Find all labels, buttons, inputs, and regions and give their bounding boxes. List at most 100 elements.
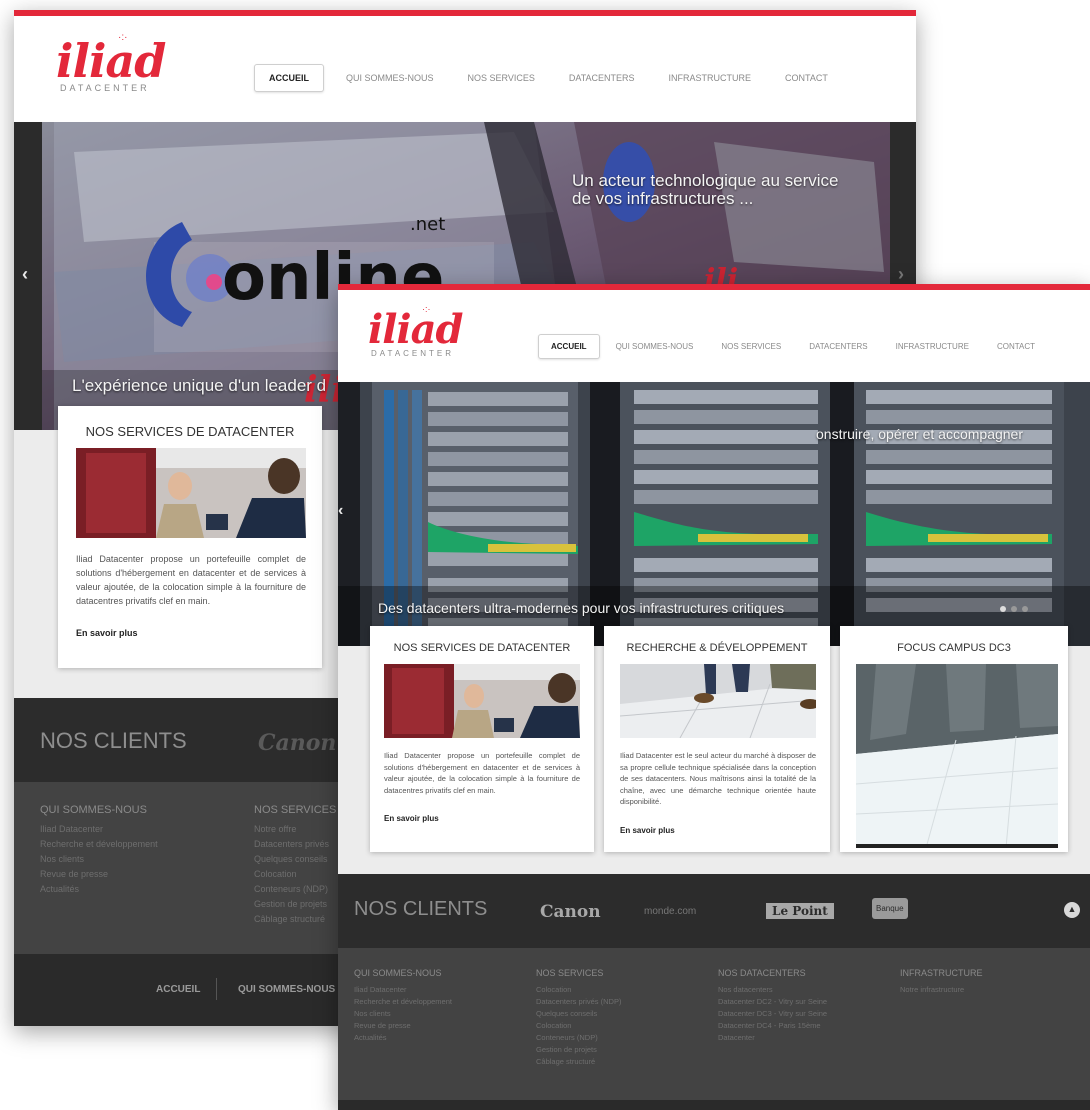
- footer-link[interactable]: Notre offre: [254, 822, 336, 837]
- card-image: [76, 448, 306, 538]
- chevron-left-icon[interactable]: ‹: [338, 502, 343, 520]
- footer-link[interactable]: Datacenter DC2 - Vitry sur Seine: [718, 996, 827, 1008]
- bottom-nav-divider: [216, 978, 217, 1000]
- clients-band: NOS CLIENTS Canon monde.com Le Point Ban…: [338, 874, 1090, 948]
- read-more-link[interactable]: En savoir plus: [620, 826, 675, 835]
- read-more-link[interactable]: En savoir plus: [76, 628, 138, 638]
- hero-slider: ‹ onstruire, opérer et accompagner Des d…: [338, 382, 1090, 646]
- slide-caption-right: onstruire, opérer et accompagner: [816, 426, 1023, 442]
- chevron-left-icon[interactable]: ‹: [22, 264, 28, 285]
- card-title: NOS SERVICES DE DATACENTER: [85, 424, 295, 439]
- footer-col-services: NOS SERVICES Notre offre Datacenters pri…: [254, 804, 336, 927]
- footer-link[interactable]: Revue de presse: [40, 867, 158, 882]
- slide-pager: [1000, 606, 1028, 612]
- read-more-link[interactable]: En savoir plus: [384, 814, 439, 823]
- footer-link[interactable]: Conteneurs (NDP): [254, 882, 336, 897]
- nav-nos-services[interactable]: NOS SERVICES: [468, 73, 535, 83]
- slide-caption-bottom: Des datacenters ultra-modernes pour vos …: [378, 600, 785, 616]
- service-card: NOS SERVICES DE DATACENTER Iliad Datacen…: [370, 626, 594, 852]
- footer-link[interactable]: Actualités: [354, 1032, 452, 1044]
- footer-link[interactable]: Conteneurs (NDP): [536, 1032, 621, 1044]
- nav-nos-services[interactable]: NOS SERVICES: [721, 342, 781, 351]
- pager-dot[interactable]: [1022, 606, 1028, 612]
- card-title: FOCUS CAMPUS DC3: [897, 642, 1011, 654]
- card-title: RECHERCHE & DÉVELOPPEMENT: [626, 642, 808, 654]
- card-title: NOS SERVICES DE DATACENTER: [393, 642, 571, 654]
- client-logo: Canon: [258, 730, 337, 756]
- footer-link[interactable]: Gestion de projets: [254, 897, 336, 912]
- main-nav: ACCUEIL QUI SOMMES-NOUS NOS SERVICES DAT…: [254, 64, 828, 92]
- nav-datacenters[interactable]: DATACENTERS: [569, 73, 635, 83]
- nav-infrastructure[interactable]: INFRASTRUCTURE: [669, 73, 752, 83]
- footer-col-infrastructure: INFRASTRUCTURE Notre infrastructure: [900, 968, 983, 996]
- footer-link[interactable]: Iliad Datacenter: [354, 984, 452, 996]
- footer-link[interactable]: Nos datacenters: [718, 984, 827, 996]
- nav-accueil[interactable]: ACCUEIL: [538, 334, 600, 359]
- footer-link[interactable]: Iliad Datacenter: [40, 822, 158, 837]
- footer-link[interactable]: Actualités: [40, 882, 158, 897]
- nav-contact[interactable]: CONTACT: [785, 73, 828, 83]
- footer-link[interactable]: Datacenter DC3 - Vitry sur Seine: [718, 1008, 827, 1020]
- footer-col-qui: QUI SOMMES-NOUS Iliad Datacenter Recherc…: [354, 968, 452, 1044]
- footer-link[interactable]: Nos clients: [40, 852, 158, 867]
- footer-link[interactable]: Nos clients: [354, 1008, 452, 1020]
- footer-link[interactable]: Colocation: [254, 867, 336, 882]
- site-logo[interactable]: iliad DATACENTER ·:·: [56, 32, 166, 93]
- card-text: Iliad Datacenter est le seul acteur du m…: [620, 751, 816, 806]
- footer-link[interactable]: Colocation: [536, 984, 621, 996]
- nav-qui-sommes-nous[interactable]: QUI SOMMES-NOUS: [616, 342, 694, 351]
- service-card: NOS SERVICES DE DATACENTER Iliad Datacen…: [58, 406, 322, 668]
- nav-qui-sommes-nous[interactable]: QUI SOMMES-NOUS: [346, 73, 434, 83]
- footer-link[interactable]: Quelques conseils: [254, 852, 336, 867]
- footer-link[interactable]: Recherche et développement: [354, 996, 452, 1008]
- focus-card: FOCUS CAMPUS DC3: [840, 626, 1068, 852]
- footer-link[interactable]: Gestion de projets: [536, 1044, 621, 1056]
- footer-link[interactable]: Quelques conseils: [536, 1008, 621, 1020]
- footer-link[interactable]: Câblage structuré: [536, 1056, 621, 1068]
- client-logo-canon: Canon: [540, 902, 601, 922]
- footer-link[interactable]: Datacenter DC4 - Paris 15ème: [718, 1020, 827, 1032]
- client-logo-lepoint: Le Point: [766, 903, 834, 919]
- client-logo-monde: monde.com: [644, 906, 697, 917]
- site-header: iliad DATACENTER ·:· ACCUEIL QUI SOMMES-…: [338, 290, 1090, 382]
- nav-accueil[interactable]: ACCUEIL: [254, 64, 324, 92]
- site-logo[interactable]: iliad DATACENTER ·:·: [368, 304, 463, 358]
- front-mockup: iliad DATACENTER ·:· ACCUEIL QUI SOMMES-…: [338, 284, 1090, 1110]
- clients-label: NOS CLIENTS: [354, 898, 488, 920]
- site-header: iliad DATACENTER ·:· ACCUEIL QUI SOMMES-…: [14, 16, 916, 122]
- footer-link[interactable]: Datacenter: [718, 1032, 827, 1044]
- slide-caption-bottom: L'expérience unique d'un leader d: [72, 376, 327, 395]
- nav-infrastructure[interactable]: INFRASTRUCTURE: [896, 342, 969, 351]
- main-nav: ACCUEIL QUI SOMMES-NOUS NOS SERVICES DAT…: [538, 334, 1035, 359]
- bottom-nav-qui[interactable]: QUI SOMMES-NOUS: [238, 984, 335, 995]
- card-image: [620, 664, 816, 738]
- rnd-card: RECHERCHE & DÉVELOPPEMENT Iliad Datacent…: [604, 626, 830, 852]
- bottom-nav-accueil[interactable]: ACCUEIL: [156, 984, 200, 995]
- footer-link[interactable]: Câblage structuré: [254, 912, 336, 927]
- card-text: Iliad Datacenter propose un portefeuille…: [76, 554, 306, 606]
- card-image: [856, 664, 1058, 848]
- footer-col-qui: QUI SOMMES-NOUS Iliad Datacenter Recherc…: [40, 804, 158, 897]
- card-text: Iliad Datacenter propose un portefeuille…: [384, 751, 580, 795]
- chevron-right-icon[interactable]: ›: [898, 264, 904, 285]
- pager-dot[interactable]: [1000, 606, 1006, 612]
- slide-caption-right: Un acteur technologique au service de vo…: [572, 171, 839, 208]
- client-logo-banque: Banque: [872, 898, 908, 919]
- bottom-nav-bar: [338, 1100, 1090, 1110]
- arrow-up-circle-icon[interactable]: ▲: [1064, 902, 1080, 918]
- nav-datacenters[interactable]: DATACENTERS: [809, 342, 867, 351]
- clients-label: NOS CLIENTS: [40, 728, 187, 753]
- footer-link[interactable]: Datacenters privés (NDP): [536, 996, 621, 1008]
- footer-link[interactable]: Revue de presse: [354, 1020, 452, 1032]
- footer-link[interactable]: Datacenters privés: [254, 837, 336, 852]
- site-footer: QUI SOMMES-NOUS Iliad Datacenter Recherc…: [338, 948, 1090, 1110]
- footer-col-datacenters: NOS DATACENTERS Nos datacenters Datacent…: [718, 968, 828, 1044]
- nav-contact[interactable]: CONTACT: [997, 342, 1035, 351]
- footer-col-services: NOS SERVICES Colocation Datacenters priv…: [536, 968, 622, 1068]
- pager-dot[interactable]: [1011, 606, 1017, 612]
- card-image: [384, 664, 580, 738]
- online-logo-suffix: .net: [410, 214, 445, 235]
- footer-link[interactable]: Recherche et développement: [40, 837, 158, 852]
- footer-link[interactable]: Colocation: [536, 1020, 621, 1032]
- footer-link[interactable]: Notre infrastructure: [900, 984, 983, 996]
